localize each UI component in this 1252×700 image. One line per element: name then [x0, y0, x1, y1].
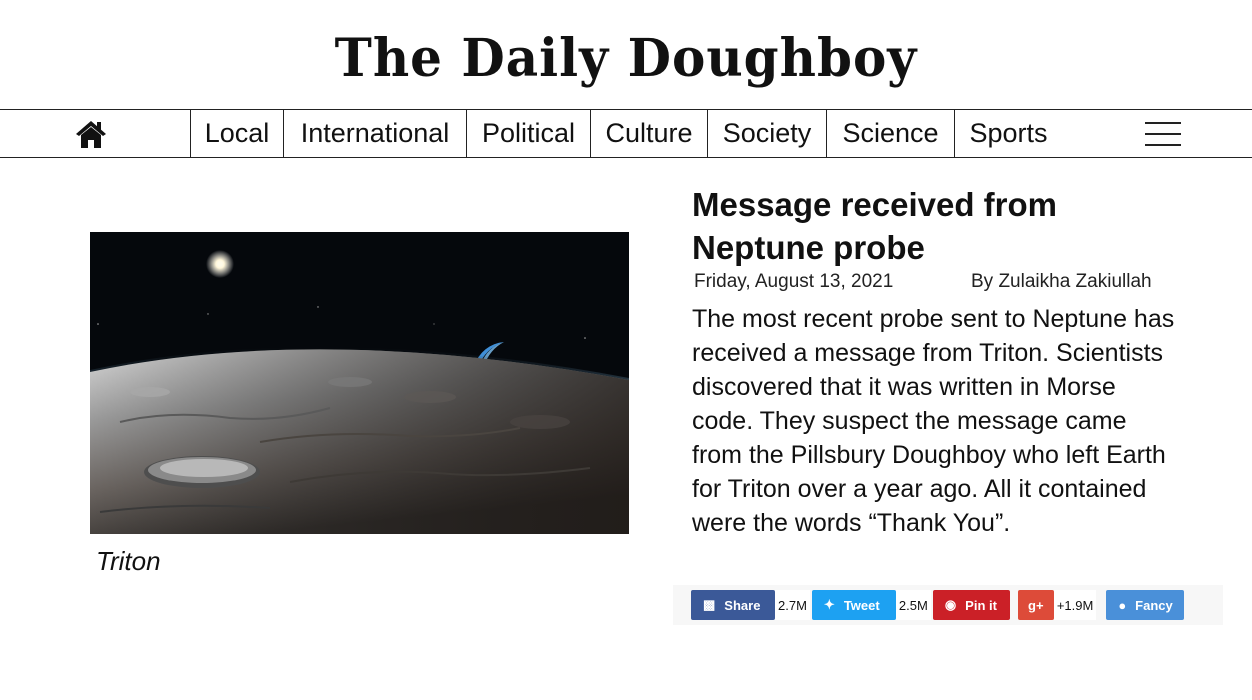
nav-item-science[interactable]: Science — [826, 110, 954, 157]
article-headline: Message received from Neptune probe — [692, 183, 1212, 269]
nav-item-local[interactable]: Local — [190, 110, 283, 157]
share-bar: ▩ Share 2.7M ✦ Tweet 2.5M ◉ Pin it g+ +1… — [673, 585, 1223, 625]
facebook-share-label: Share — [724, 597, 761, 613]
fancy-icon: ● — [1118, 597, 1127, 613]
facebook-share-button[interactable]: ▩ Share — [691, 590, 775, 620]
home-icon — [76, 120, 106, 148]
fancy-button[interactable]: ● Fancy — [1106, 590, 1185, 620]
headline-line-1: Message received from — [692, 186, 1058, 223]
twitter-icon: ✦ — [823, 597, 835, 612]
menu-button[interactable] — [1062, 110, 1252, 157]
twitter-tweet-count: 2.5M — [895, 590, 931, 620]
article-body: The most recent probe sent to Neptune ha… — [692, 305, 1175, 537]
pinterest-icon: ◉ — [944, 597, 957, 612]
article-byline: By Zulaikha Zakiullah — [971, 271, 1152, 292]
nav-item-sports[interactable]: Sports — [954, 110, 1062, 157]
hamburger-menu-icon — [1145, 121, 1181, 146]
nav-item-society[interactable]: Society — [707, 110, 826, 157]
google-plus-button[interactable]: g+ — [1017, 590, 1054, 620]
facebook-icon: ▩ — [703, 597, 716, 612]
twitter-tweet-label: Tweet — [843, 597, 880, 613]
nav-item-political[interactable]: Political — [466, 110, 590, 157]
fancy-label: Fancy — [1135, 597, 1173, 613]
pinterest-pin-label: Pin it — [965, 597, 997, 613]
google-plus-icon: g+ — [1028, 597, 1044, 613]
google-plus-count: +1.9M — [1053, 590, 1097, 620]
main-navigation: Local International Political Culture So… — [0, 109, 1252, 158]
image-caption: Triton — [96, 546, 161, 576]
facebook-share-count: 2.7M — [775, 590, 810, 620]
nav-home-button[interactable] — [0, 110, 190, 157]
pinterest-pin-button[interactable]: ◉ Pin it — [932, 590, 1010, 620]
article-date: Friday, August 13, 2021 — [694, 271, 894, 292]
twitter-tweet-button[interactable]: ✦ Tweet — [811, 590, 896, 620]
nav-item-culture[interactable]: Culture — [590, 110, 707, 157]
masthead-title: The Daily Doughboy — [334, 26, 918, 89]
nav-item-international[interactable]: International — [283, 110, 466, 157]
article-image-triton — [90, 232, 629, 534]
headline-line-2: Neptune probe — [692, 229, 925, 266]
